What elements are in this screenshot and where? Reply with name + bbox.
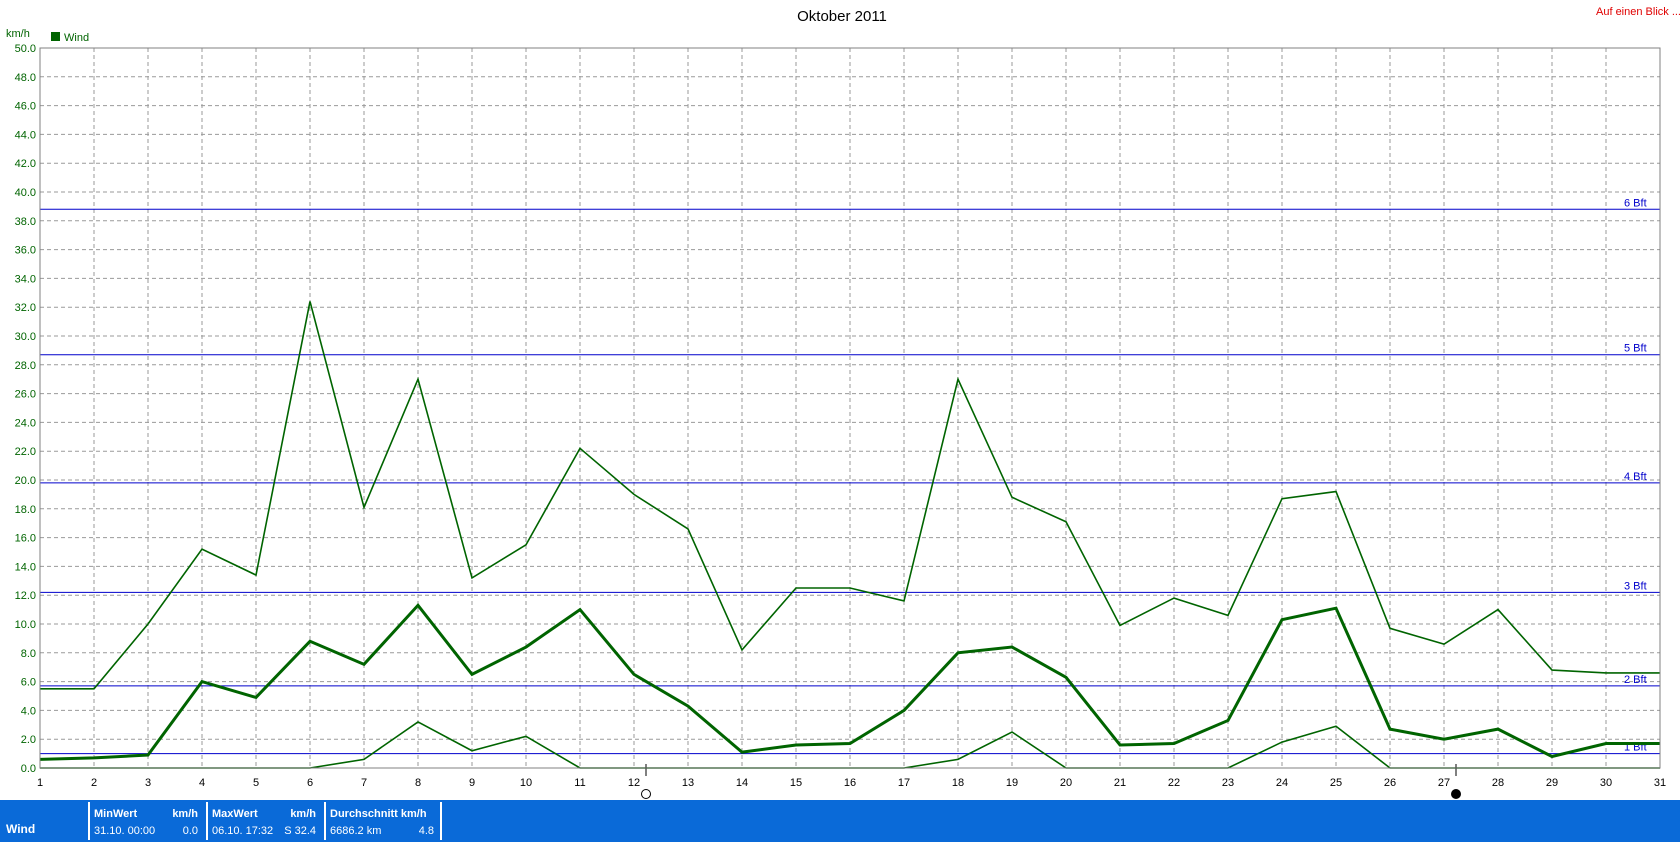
y-tick-label: 46.0 [15, 101, 36, 113]
x-tick-label: 30 [1600, 777, 1612, 789]
x-tick-label: 8 [415, 777, 421, 789]
stats-bar: Wind MinWert km/h 31.10. 00:00 0.0 MaxWe… [0, 800, 1680, 842]
avg-value: 4.8 [418, 825, 434, 837]
y-tick-label: 36.0 [15, 245, 36, 257]
wind-chart: Oktober 2011 Auf einen Blick ... km/h Wi… [6, 6, 1680, 799]
new-moon-icon [1451, 789, 1461, 799]
avg-header: Durchschnitt km/h [330, 808, 427, 820]
y-tick-label: 50.0 [15, 43, 36, 55]
x-tick-label: 3 [145, 777, 151, 789]
x-tick-label: 26 [1384, 777, 1396, 789]
beaufort-label: 2 Bft [1624, 674, 1647, 686]
y-tick-label: 16.0 [15, 533, 36, 545]
average-box: Durchschnitt km/h 6686.2 km 4.8 [324, 802, 442, 840]
grid [39, 47, 1661, 769]
x-tick-label: 17 [898, 777, 910, 789]
beaufort-label: 6 Bft [1624, 197, 1647, 209]
min-value: 0.0 [182, 825, 198, 837]
min-datetime: 31.10. 00:00 [94, 825, 156, 837]
beaufort-label: 5 Bft [1624, 343, 1647, 355]
x-tick-label: 18 [952, 777, 964, 789]
y-tick-label: 38.0 [15, 216, 36, 228]
x-tick-label: 29 [1546, 777, 1558, 789]
y-tick-label: 18.0 [15, 504, 36, 516]
x-tick-label: 25 [1330, 777, 1342, 789]
y-tick-label: 48.0 [15, 72, 36, 84]
y-tick-label: 22.0 [15, 446, 36, 458]
beaufort-label: 4 Bft [1624, 471, 1647, 483]
y-tick-label: 0.0 [21, 763, 36, 775]
y-tick-label: 14.0 [15, 561, 36, 573]
overview-link[interactable]: Auf einen Blick ... [1596, 6, 1680, 18]
x-tick-label: 27 [1438, 777, 1450, 789]
x-tick-label: 7 [361, 777, 367, 789]
min-value-box: MinWert km/h 31.10. 00:00 0.0 [88, 802, 204, 840]
x-tick-label: 22 [1168, 777, 1180, 789]
y-tick-label: 30.0 [15, 331, 36, 343]
y-tick-label: 20.0 [15, 475, 36, 487]
y-tick-label: 32.0 [15, 302, 36, 314]
y-tick-label: 26.0 [15, 389, 36, 401]
max-header: MaxWert [212, 808, 258, 820]
x-tick-label: 5 [253, 777, 259, 789]
chart-title: Oktober 2011 [797, 8, 887, 25]
y-tick-label: 28.0 [15, 360, 36, 372]
stats-row-label: Wind [6, 822, 36, 836]
max-value-box: MaxWert km/h 06.10. 17:32 S 32.4 [206, 802, 322, 840]
y-tick-label: 10.0 [15, 619, 36, 631]
x-tick-label: 28 [1492, 777, 1504, 789]
legend-swatch [51, 32, 60, 41]
x-tick-label: 20 [1060, 777, 1072, 789]
y-tick-label: 4.0 [21, 705, 36, 717]
x-tick-label: 6 [307, 777, 313, 789]
y-tick-label: 2.0 [21, 734, 36, 746]
x-tick-label: 11 [574, 777, 585, 789]
y-tick-label: 34.0 [15, 273, 36, 285]
x-tick-label: 12 [628, 777, 640, 789]
x-tick-label: 19 [1006, 777, 1018, 789]
min-header: MinWert [94, 808, 138, 820]
x-tick-label: 15 [790, 777, 802, 789]
y-axis-unit: km/h [6, 28, 30, 40]
x-tick-label: 4 [199, 777, 205, 789]
y-tick-label: 6.0 [21, 677, 36, 689]
x-tick-label: 31 [1654, 777, 1666, 789]
x-tick-label: 10 [520, 777, 532, 789]
full-moon-icon [641, 789, 651, 799]
x-axis-ticks: 1 2 3 4 5 6 7 8 9 10 11 12 13 14 15 16 17 18 19 20 21 22 23 24 2… [37, 777, 1666, 789]
x-tick-label: 13 [682, 777, 694, 789]
x-tick-label: 14 [736, 777, 748, 789]
y-tick-label: 42.0 [15, 158, 36, 170]
y-tick-label: 12.0 [15, 590, 36, 602]
y-tick-label: 40.0 [15, 187, 36, 199]
x-tick-label: 24 [1276, 777, 1288, 789]
y-tick-label: 44.0 [15, 129, 36, 141]
max-datetime: 06.10. 17:32 [212, 825, 274, 837]
x-tick-label: 9 [469, 777, 475, 789]
x-tick-label: 2 [91, 777, 97, 789]
y-axis-ticks: 0.0 2.0 4.0 6.0 8.0 10.0 12.0 14.0 16.0 18.0 20.0 2… [15, 43, 36, 775]
x-tick-label: 23 [1222, 777, 1234, 789]
avg-distance: 6686.2 km [330, 825, 382, 837]
y-tick-label: 24.0 [15, 417, 36, 429]
x-tick-label: 16 [844, 777, 856, 789]
max-unit: km/h [290, 808, 316, 820]
y-tick-label: 8.0 [21, 648, 36, 660]
beaufort-label: 3 Bft [1624, 580, 1647, 592]
max-value: S 32.4 [284, 825, 316, 837]
min-unit: km/h [172, 808, 198, 820]
x-tick-label: 1 [37, 777, 43, 789]
x-tick-label: 21 [1114, 777, 1126, 789]
legend-label: Wind [64, 32, 89, 44]
